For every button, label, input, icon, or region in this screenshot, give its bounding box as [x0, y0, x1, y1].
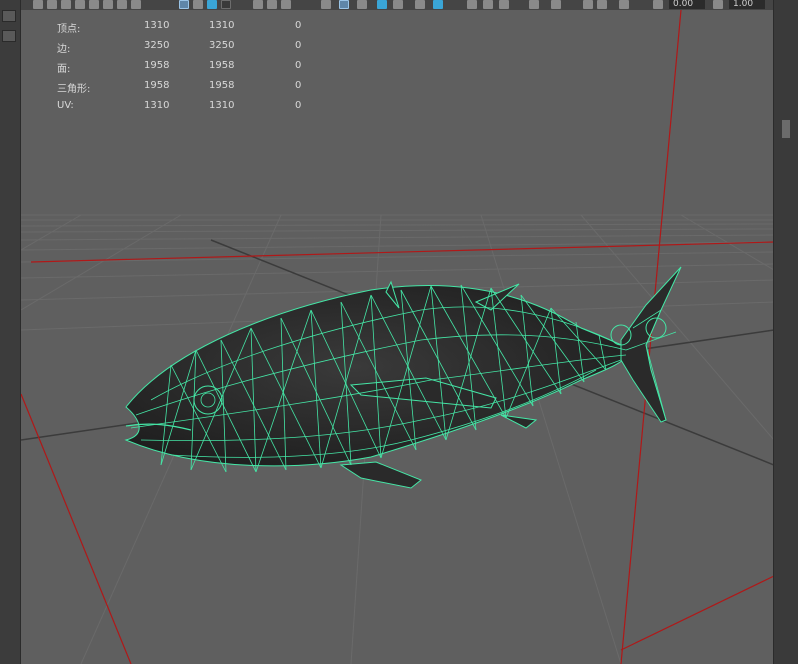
hud-value: 1958 [144, 60, 170, 71]
default-material-icon[interactable] [357, 0, 367, 9]
gamma-icon[interactable] [713, 0, 723, 9]
bookmark-icon[interactable] [61, 0, 71, 9]
textured-icon[interactable] [377, 0, 387, 9]
fish-pelvic-fin [339, 461, 422, 489]
3d-viewport[interactable]: 顶点: 1310 1310 0 边: 3250 3250 0 面: 1958 1… [21, 10, 774, 664]
use-lights-icon[interactable] [393, 0, 403, 9]
isolate-select-icon[interactable] [529, 0, 539, 9]
xray-icon[interactable] [551, 0, 561, 9]
safe-action-icon[interactable] [253, 0, 263, 9]
scrollbar-handle[interactable] [782, 120, 790, 138]
grease-pencil-icon[interactable] [103, 0, 113, 9]
wireframe-icon[interactable] [281, 0, 291, 9]
hud-value: 0 [295, 40, 302, 51]
hud-label: 边: [57, 44, 71, 55]
multisample-icon[interactable] [483, 0, 493, 9]
motion-blur-icon[interactable] [467, 0, 477, 9]
wireframe-on-shaded-icon[interactable] [339, 0, 349, 9]
twod-pan-icon[interactable] [89, 0, 99, 9]
hud-label: 三角形: [57, 84, 91, 95]
fish-mesh [124, 266, 682, 489]
hud-value: 1310 [209, 20, 235, 31]
hud-value: 0 [295, 100, 302, 111]
hud-value: 3250 [144, 40, 170, 51]
image-plane-icon[interactable] [75, 0, 85, 9]
camera-attr-icon[interactable] [47, 0, 57, 9]
hud-value: 1958 [209, 80, 235, 91]
lock-camera-icon[interactable] [117, 0, 127, 9]
grid-icon[interactable] [179, 0, 189, 9]
hud-value: 1958 [209, 60, 235, 71]
panel-handle-icon[interactable] [2, 30, 16, 42]
hud-value: 1310 [144, 100, 170, 111]
hud-label: UV: [57, 100, 74, 111]
hud-value: 0 [295, 80, 302, 91]
safe-title-icon[interactable] [267, 0, 277, 9]
viewport-scene [21, 10, 774, 664]
exposure-field[interactable]: 0.00 [669, 0, 705, 9]
exposure-icon[interactable] [619, 0, 629, 9]
screen-space-ao-icon[interactable] [433, 0, 443, 9]
xray-components-icon[interactable] [597, 0, 607, 9]
smooth-shade-icon[interactable] [321, 0, 331, 9]
field-chart-icon[interactable] [221, 0, 231, 9]
select-camera-icon[interactable] [33, 0, 43, 9]
hud-value: 1310 [209, 100, 235, 111]
hud-label: 面: [57, 64, 71, 75]
exposure-dial-icon[interactable] [653, 0, 663, 9]
resolution-gate-icon[interactable] [193, 0, 203, 9]
film-gate-icon[interactable] [131, 0, 141, 9]
hud-value: 3250 [209, 40, 235, 51]
right-panel-edge [773, 0, 798, 664]
shadows-icon[interactable] [415, 0, 425, 9]
gate-mask-icon[interactable] [207, 0, 217, 9]
hud-value: 1958 [144, 80, 170, 91]
hud-value: 0 [295, 60, 302, 71]
hud-value: 1310 [144, 20, 170, 31]
xray-joints-icon[interactable] [583, 0, 593, 9]
left-panel-edge [0, 0, 21, 664]
depth-of-field-icon[interactable] [499, 0, 509, 9]
hud-value: 0 [295, 20, 302, 31]
panel-handle-icon[interactable] [2, 10, 16, 22]
hud-label: 顶点: [57, 24, 81, 35]
gamma-field[interactable]: 1.00 [729, 0, 765, 9]
